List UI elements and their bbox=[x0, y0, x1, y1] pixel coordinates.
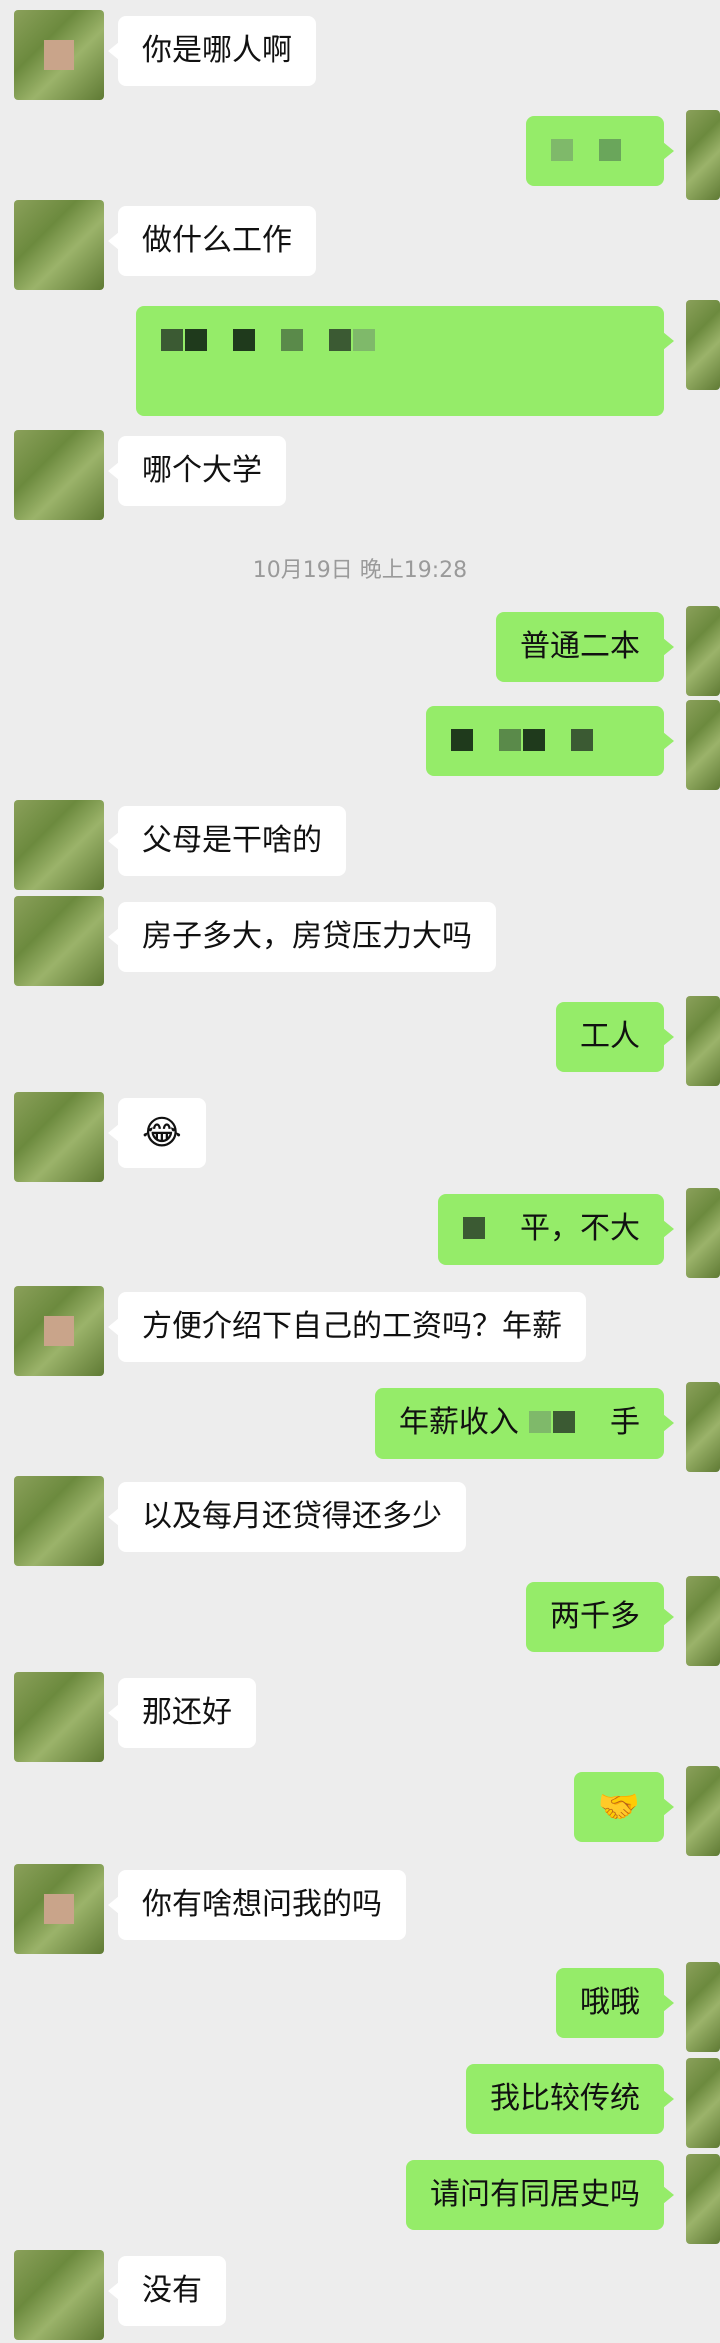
message-bubble[interactable]: 以及每月还贷得还多少 bbox=[108, 1482, 466, 1552]
avatar[interactable] bbox=[686, 1382, 720, 1472]
message-text-suffix: 手 bbox=[610, 1405, 640, 1440]
message-bubble[interactable]: 哪个大学 bbox=[108, 436, 286, 506]
message-bubble[interactable] bbox=[526, 116, 674, 186]
message-bubble[interactable]: 方便介绍下自己的工资吗？年薪 bbox=[108, 1292, 586, 1362]
message-text: 年薪收入 bbox=[398, 1405, 519, 1440]
message-bubble[interactable]: 两千多 bbox=[526, 1582, 674, 1652]
message-bubble[interactable]: 😂 bbox=[108, 1098, 206, 1168]
avatar[interactable] bbox=[686, 1766, 720, 1856]
message-bubble[interactable]: 年薪收入 手 bbox=[374, 1388, 675, 1459]
message-bubble[interactable]: 平，不大 bbox=[438, 1194, 674, 1265]
message-bubble[interactable]: 父母是干啥的 bbox=[108, 806, 346, 876]
redacted-mosaic bbox=[160, 321, 376, 363]
message-bubble[interactable]: 普通二本 bbox=[496, 612, 674, 682]
message-bubble[interactable]: 那还好 bbox=[108, 1678, 256, 1748]
message-bubble[interactable]: 你是哪人啊 bbox=[108, 16, 316, 86]
avatar[interactable] bbox=[14, 430, 104, 520]
message-bubble[interactable]: 你有啥想问我的吗 bbox=[108, 1870, 406, 1940]
avatar[interactable] bbox=[686, 300, 720, 390]
avatar[interactable] bbox=[686, 1962, 720, 2052]
avatar[interactable] bbox=[686, 110, 720, 200]
message-bubble[interactable]: 做什么工作 bbox=[108, 206, 316, 276]
timestamp: 10月19日 晚上19:28 bbox=[252, 558, 468, 583]
message-bubble[interactable]: 房子多大，房贷压力大吗 bbox=[108, 902, 496, 972]
avatar[interactable] bbox=[686, 606, 720, 696]
avatar[interactable] bbox=[14, 896, 104, 986]
avatar[interactable] bbox=[686, 1188, 720, 1278]
message-bubble[interactable]: 🤝 bbox=[573, 1772, 675, 1842]
avatar[interactable] bbox=[14, 1672, 104, 1762]
avatar[interactable] bbox=[686, 996, 720, 1086]
avatar[interactable] bbox=[14, 200, 104, 290]
avatar[interactable] bbox=[686, 700, 720, 790]
avatar[interactable] bbox=[14, 1476, 104, 1566]
avatar[interactable] bbox=[14, 10, 104, 100]
redacted-mosaic bbox=[462, 1209, 510, 1251]
redacted-mosaic bbox=[450, 721, 594, 763]
avatar[interactable] bbox=[14, 2250, 104, 2340]
message-bubble[interactable]: 我比较传统 bbox=[466, 2064, 674, 2134]
avatar[interactable] bbox=[14, 1092, 104, 1182]
message-bubble[interactable]: 工人 bbox=[556, 1002, 674, 1072]
message-bubble[interactable]: 哦哦 bbox=[556, 1968, 674, 2038]
chat-view: 你是哪人啊 做什么工作 哪个大学 10月19日 晚上19:28 普通二本 父母是… bbox=[0, 0, 720, 2343]
avatar[interactable] bbox=[14, 1864, 104, 1954]
avatar[interactable] bbox=[686, 1576, 720, 1666]
message-text: 平，不大 bbox=[520, 1211, 640, 1246]
redacted-mosaic bbox=[528, 1403, 600, 1445]
avatar[interactable] bbox=[14, 800, 104, 890]
avatar[interactable] bbox=[686, 2058, 720, 2148]
message-bubble[interactable]: 没有 bbox=[108, 2256, 226, 2326]
redacted-mosaic bbox=[550, 131, 622, 173]
message-bubble[interactable] bbox=[426, 706, 674, 776]
avatar[interactable] bbox=[14, 1286, 104, 1376]
message-bubble[interactable] bbox=[136, 306, 674, 416]
avatar[interactable] bbox=[686, 2154, 720, 2244]
message-bubble[interactable]: 请问有同居史吗 bbox=[406, 2160, 674, 2230]
